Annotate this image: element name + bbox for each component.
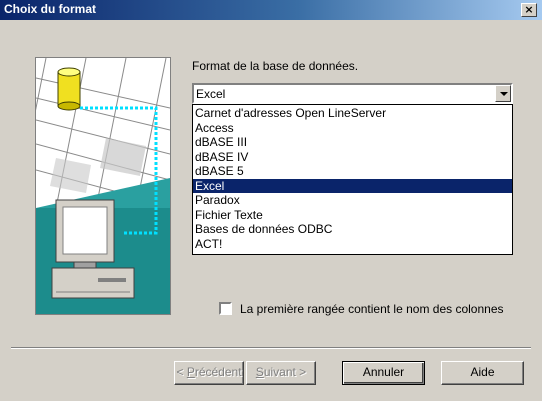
format-label: Format de la base de données. xyxy=(192,59,359,73)
close-icon: × xyxy=(524,3,534,16)
column-names-checkbox[interactable] xyxy=(219,302,232,315)
dropdown-item-dbase-5[interactable]: dBASE 5 xyxy=(193,164,512,179)
separator-line xyxy=(11,347,531,349)
dropdown-arrow-icon[interactable] xyxy=(495,85,511,102)
next-button[interactable]: Suivant > xyxy=(246,361,316,385)
dropdown-item-dbase-iv[interactable]: dBASE IV xyxy=(193,150,512,165)
dialog-title: Choix du format xyxy=(4,2,96,16)
dropdown-item-excel[interactable]: Excel xyxy=(193,178,512,193)
dropdown-item-fichier-texte[interactable]: Fichier Texte xyxy=(193,208,512,223)
dropdown-item-open-lineserver[interactable]: Carnet d'adresses Open LineServer xyxy=(193,106,512,121)
help-button[interactable]: Aide xyxy=(441,361,524,385)
dropdown-item-odbc[interactable]: Bases de données ODBC xyxy=(193,222,512,237)
format-select-value: Excel xyxy=(196,87,226,101)
dropdown-item-paradox[interactable]: Paradox xyxy=(193,193,512,208)
title-bar[interactable]: Choix du format × xyxy=(0,0,542,20)
dropdown-item-access[interactable]: Access xyxy=(193,121,512,136)
wizard-illustration xyxy=(35,57,171,315)
cancel-button[interactable]: Annuler xyxy=(342,361,425,385)
database-cylinder-icon xyxy=(57,67,81,111)
column-names-label[interactable]: La première rangée contient le nom des c… xyxy=(240,302,504,316)
back-button[interactable]: < Précédent xyxy=(174,361,244,385)
close-button[interactable]: × xyxy=(521,3,537,17)
format-dialog: Choix du format × Format de la base de d… xyxy=(0,0,542,401)
illustration-graphic xyxy=(36,58,170,314)
format-dropdown-list[interactable]: Carnet d'adresses Open LineServer Access… xyxy=(192,104,513,255)
dropdown-item-dbase-iii[interactable]: dBASE III xyxy=(193,135,512,150)
dropdown-item-act[interactable]: ACT! xyxy=(193,237,512,252)
format-select[interactable]: Excel xyxy=(192,83,513,104)
